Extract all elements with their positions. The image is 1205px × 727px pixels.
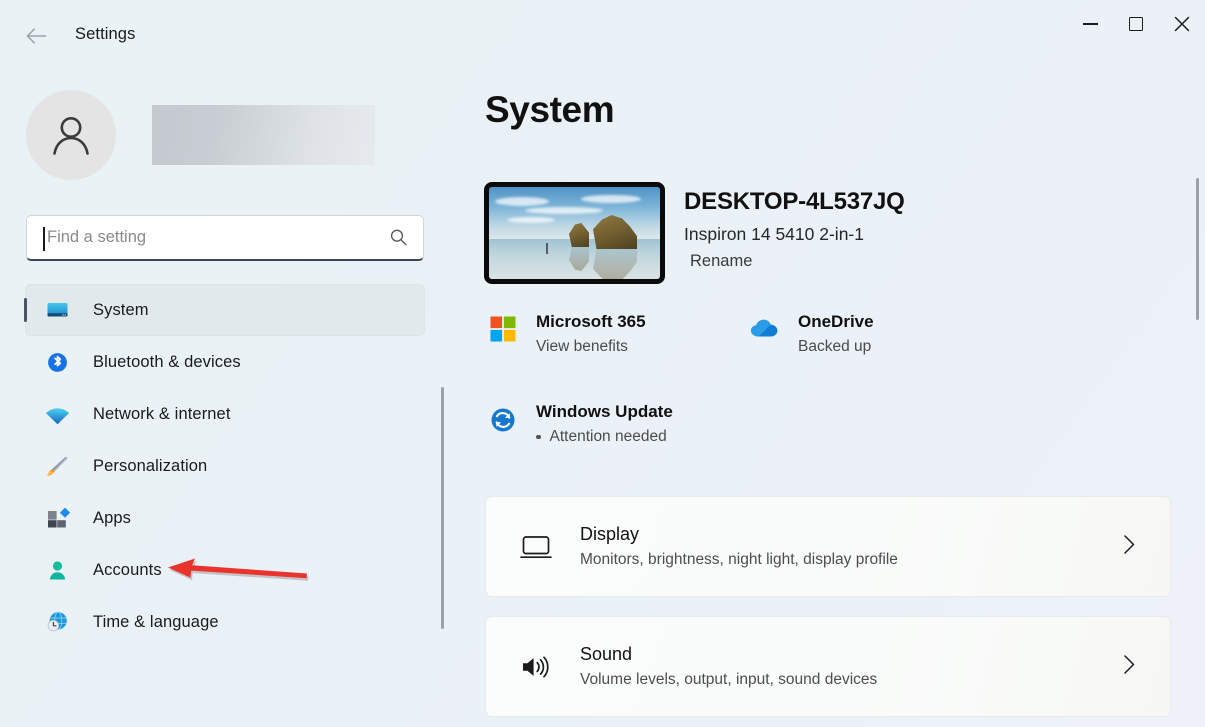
sidebar-item-label: System bbox=[93, 300, 149, 319]
microsoft-logo-icon bbox=[484, 312, 522, 343]
card-subtitle: Monitors, brightness, night light, displ… bbox=[580, 551, 898, 568]
profile-section[interactable] bbox=[26, 90, 375, 180]
sidebar-item-label: Time & language bbox=[93, 612, 219, 631]
device-model: Inspiron 14 5410 2-in-1 bbox=[684, 223, 864, 244]
windows-update-title: Windows Update bbox=[536, 402, 673, 421]
avatar bbox=[26, 90, 116, 180]
rename-link[interactable]: Rename bbox=[690, 252, 905, 271]
sidebar-item-label: Accounts bbox=[93, 560, 162, 579]
windows-update-entry[interactable]: Windows Update Attention needed bbox=[484, 402, 673, 446]
person-avatar-icon bbox=[53, 117, 89, 155]
service-subtitle: Backed up bbox=[798, 338, 872, 355]
back-button[interactable] bbox=[18, 19, 54, 53]
sidebar-item-network-internet[interactable]: Network & internet bbox=[25, 388, 425, 440]
sidebar-item-label: Bluetooth & devices bbox=[93, 352, 241, 371]
sidebar-item-bluetooth-devices[interactable]: Bluetooth & devices bbox=[25, 336, 425, 388]
maximize-button[interactable] bbox=[1113, 0, 1159, 48]
card-subtitle: Volume levels, output, input, sound devi… bbox=[580, 671, 878, 688]
sidebar-item-system[interactable]: System bbox=[24, 284, 425, 336]
chevron-right-icon[interactable] bbox=[1123, 534, 1136, 560]
apps-icon bbox=[42, 503, 72, 533]
sidebar: System Bluetooth & devices bbox=[0, 72, 455, 727]
minimize-icon bbox=[1082, 23, 1098, 25]
chevron-right-icon[interactable] bbox=[1123, 654, 1136, 680]
device-name: DESKTOP-4L537JQ bbox=[684, 188, 905, 215]
magnifier-glyph bbox=[390, 229, 407, 246]
services-row: Microsoft 365 View benefits OneDrive Bac… bbox=[484, 312, 874, 356]
paintbrush-icon bbox=[42, 451, 72, 481]
device-summary: DESKTOP-4L537JQ Inspiron 14 5410 2-in-1 … bbox=[484, 182, 905, 284]
back-arrow-icon bbox=[26, 28, 47, 44]
close-icon bbox=[1174, 16, 1190, 32]
sidebar-item-accounts[interactable]: Accounts bbox=[25, 544, 425, 596]
text-caret bbox=[43, 227, 45, 251]
sidebar-item-label: Personalization bbox=[93, 456, 208, 475]
sidebar-item-time-language[interactable]: Time & language bbox=[25, 596, 425, 648]
settings-window: Settings Find a setting System Bluetooth… bbox=[0, 0, 1205, 727]
account-person-icon bbox=[42, 555, 72, 585]
service-subtitle: View benefits bbox=[536, 338, 628, 355]
onedrive-cloud-icon bbox=[746, 312, 784, 341]
service-microsoft365[interactable]: Microsoft 365 View benefits bbox=[484, 312, 746, 356]
windows-update-status-text: Attention needed bbox=[549, 428, 667, 445]
search-field-wrapper[interactable] bbox=[26, 215, 424, 261]
bluetooth-icon bbox=[42, 347, 72, 377]
main-scrollbar-thumb[interactable] bbox=[1196, 178, 1199, 320]
settings-card-list: Display Monitors, brightness, night ligh… bbox=[485, 496, 1171, 727]
sidebar-item-label: Apps bbox=[93, 508, 132, 527]
account-name-redacted bbox=[152, 105, 375, 165]
card-title: Display bbox=[580, 524, 640, 544]
page-title: System bbox=[485, 89, 615, 130]
app-title: Settings bbox=[75, 25, 136, 43]
speaker-volume-icon bbox=[514, 652, 558, 682]
sidebar-nav-list: System Bluetooth & devices Network & int… bbox=[0, 284, 440, 648]
sidebar-item-personalization[interactable]: Personalization bbox=[25, 440, 425, 492]
status-dot-icon bbox=[536, 434, 541, 440]
sidebar-item-apps[interactable]: Apps bbox=[25, 492, 425, 544]
service-onedrive[interactable]: OneDrive Backed up bbox=[746, 312, 874, 356]
sidebar-item-label: Network & internet bbox=[93, 404, 231, 423]
close-button[interactable] bbox=[1159, 0, 1205, 48]
windows-update-icon bbox=[484, 402, 522, 435]
display-monitor-icon bbox=[514, 532, 558, 562]
device-wallpaper-thumbnail bbox=[484, 182, 665, 284]
wifi-icon bbox=[42, 399, 72, 429]
search-input[interactable] bbox=[27, 216, 357, 259]
sidebar-scrollbar-thumb[interactable] bbox=[441, 387, 444, 629]
minimize-button[interactable] bbox=[1067, 0, 1113, 48]
search-box[interactable] bbox=[26, 215, 424, 261]
settings-card-display[interactable]: Display Monitors, brightness, night ligh… bbox=[485, 496, 1171, 597]
main-content: System DESKTOP-4L537JQ Inspiron 14 5410 … bbox=[455, 72, 1205, 727]
service-title: OneDrive bbox=[798, 312, 874, 331]
search-icon[interactable] bbox=[385, 225, 411, 251]
windows-update-status: Attention needed bbox=[536, 428, 673, 446]
settings-card-sound[interactable]: Sound Volume levels, output, input, soun… bbox=[485, 616, 1171, 717]
service-title: Microsoft 365 bbox=[536, 312, 646, 331]
window-controls bbox=[1067, 0, 1205, 48]
globe-clock-icon bbox=[42, 607, 72, 637]
card-title: Sound bbox=[580, 644, 633, 664]
title-bar: Settings bbox=[0, 0, 1205, 72]
monitor-icon bbox=[42, 295, 72, 325]
maximize-icon bbox=[1129, 17, 1143, 31]
